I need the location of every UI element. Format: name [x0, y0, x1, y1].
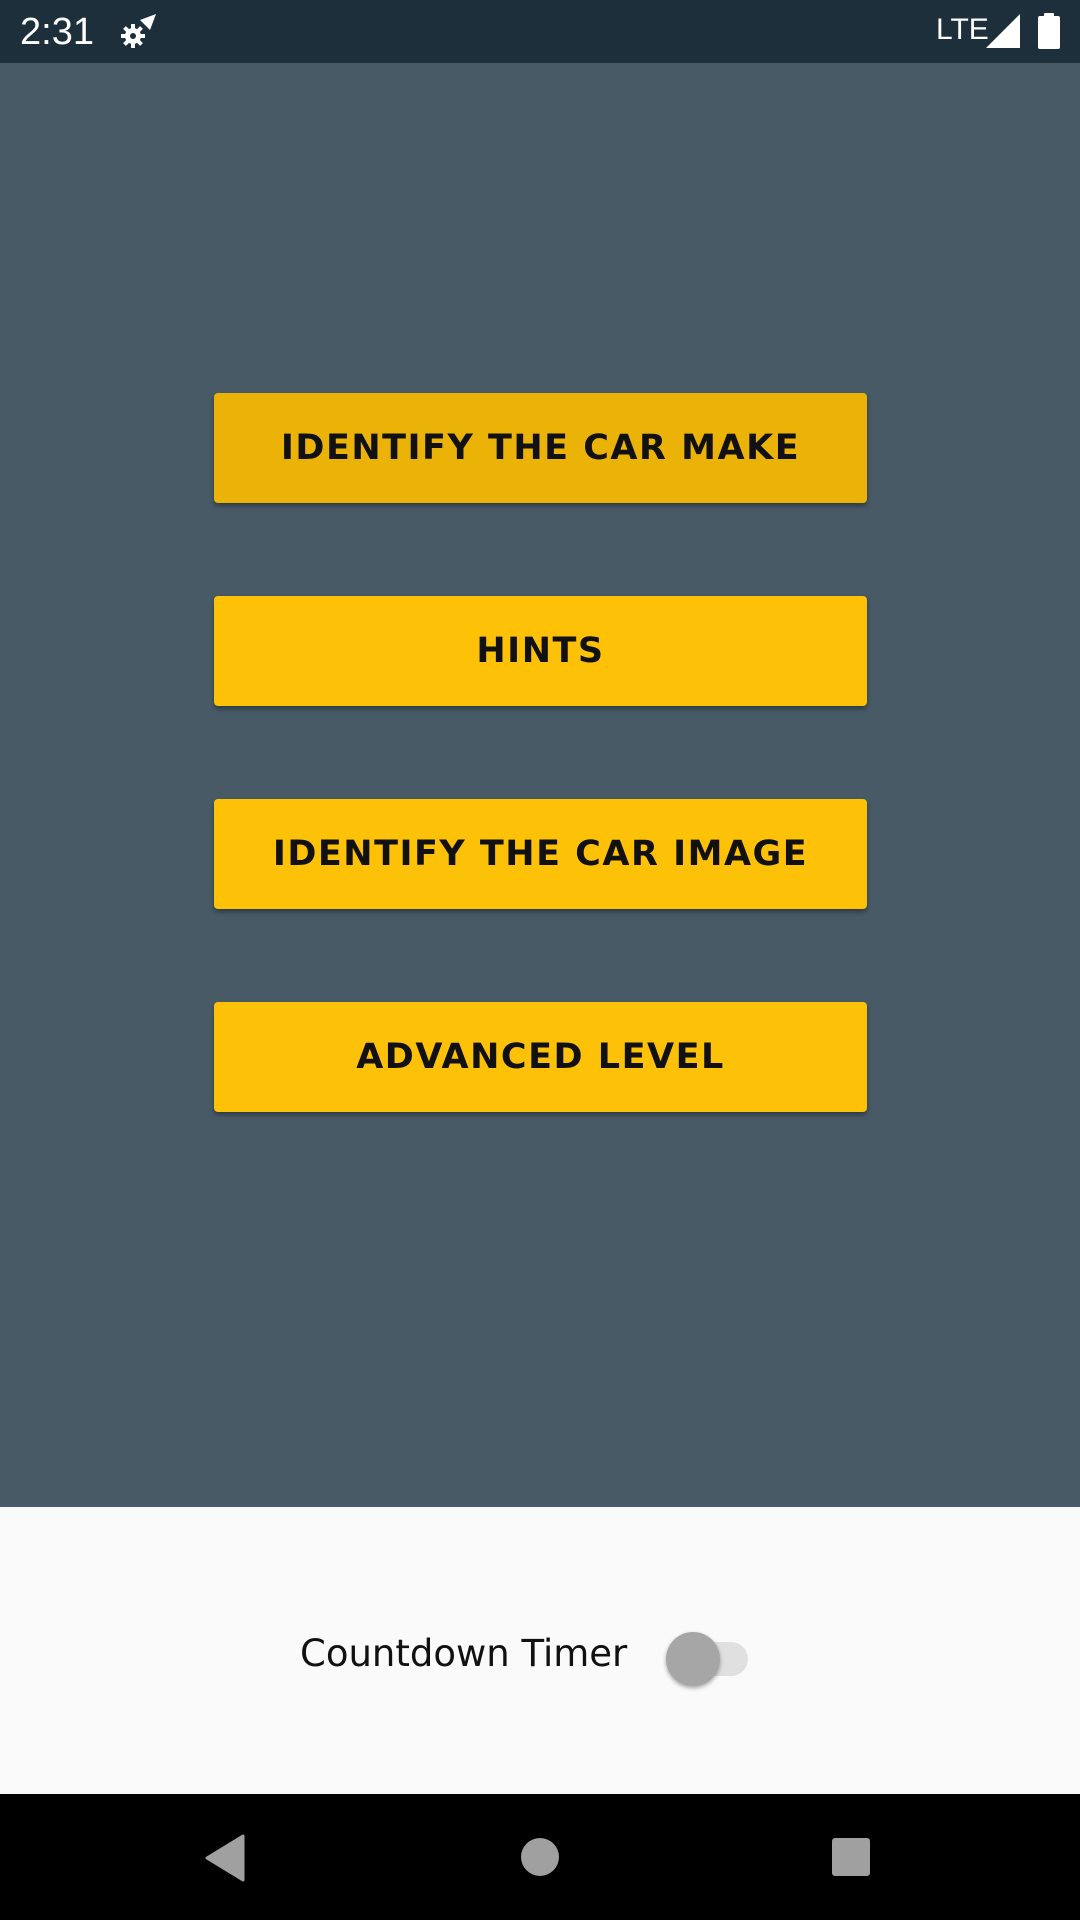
app-screen: 2:31 LTE IDENTIFY THE CAR MAKE HINTS IDE…: [0, 0, 1080, 1920]
network-type: LTE: [936, 13, 989, 46]
main-menu: IDENTIFY THE CAR MAKE HINTS IDENTIFY THE…: [0, 63, 1080, 1507]
settings-icon: [120, 14, 160, 50]
signal-icon: [986, 14, 1020, 48]
hints-button[interactable]: HINTS: [214, 596, 867, 706]
identify-car-image-button[interactable]: IDENTIFY THE CAR IMAGE: [214, 799, 867, 909]
recents-icon[interactable]: [830, 1836, 872, 1878]
status-time: 2:31: [20, 11, 94, 53]
back-icon[interactable]: [203, 1834, 247, 1882]
identify-car-make-button[interactable]: IDENTIFY THE CAR MAKE: [214, 393, 867, 503]
advanced-level-button[interactable]: ADVANCED LEVEL: [214, 1002, 867, 1112]
countdown-timer-label: Countdown Timer: [300, 1632, 628, 1675]
battery-icon: [1038, 13, 1060, 49]
settings-panel: Countdown Timer: [0, 1507, 1080, 1794]
switch-thumb: [666, 1632, 720, 1686]
navigation-bar: [0, 1794, 1080, 1920]
status-bar: 2:31 LTE: [0, 0, 1080, 63]
countdown-timer-switch[interactable]: [664, 1627, 754, 1687]
home-icon[interactable]: [519, 1836, 561, 1878]
